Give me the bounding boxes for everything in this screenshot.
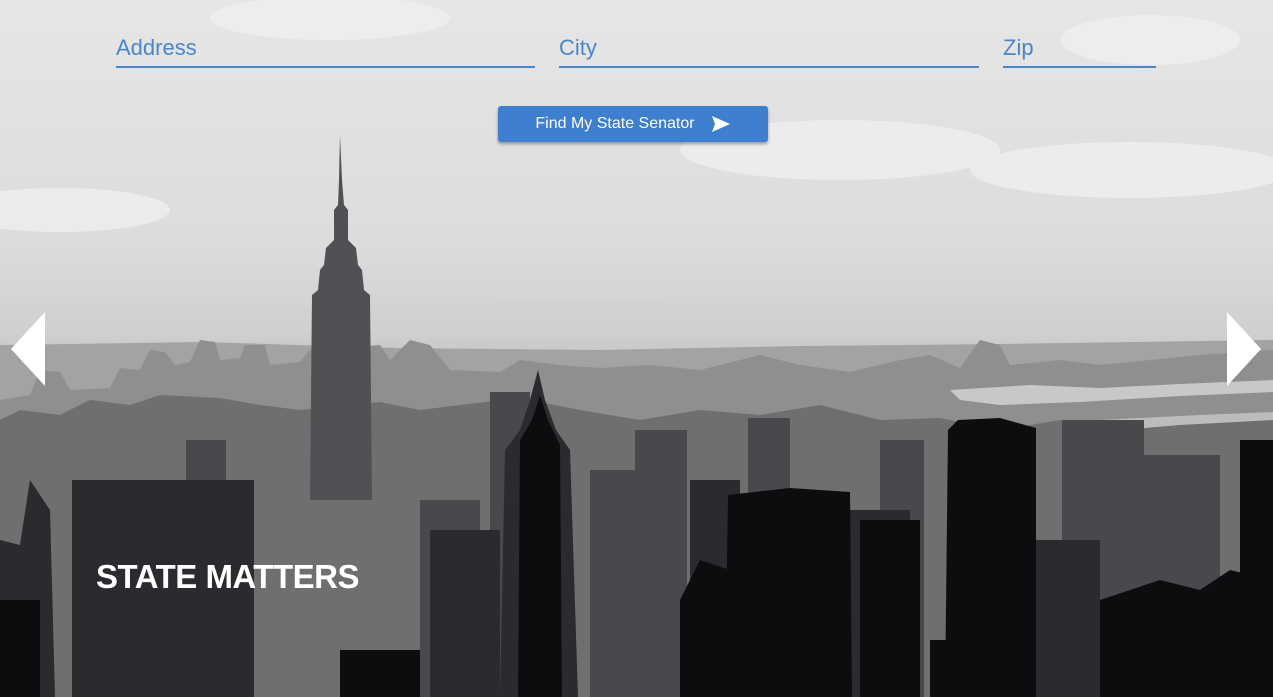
send-icon — [711, 116, 730, 132]
find-senator-button[interactable]: Find My State Senator — [498, 106, 768, 142]
address-field[interactable] — [116, 30, 535, 68]
slide-title: STATE MATTERS — [96, 558, 359, 595]
city-field[interactable] — [559, 30, 979, 68]
zip-field[interactable] — [1003, 30, 1156, 68]
chevron-right-icon[interactable] — [1227, 312, 1261, 386]
find-senator-button-label: Find My State Senator — [535, 115, 695, 132]
chevron-left-icon[interactable] — [11, 312, 45, 386]
address-form — [116, 30, 1156, 68]
hero-carousel: Find My State Senator STATE MATTERS — [0, 0, 1273, 697]
